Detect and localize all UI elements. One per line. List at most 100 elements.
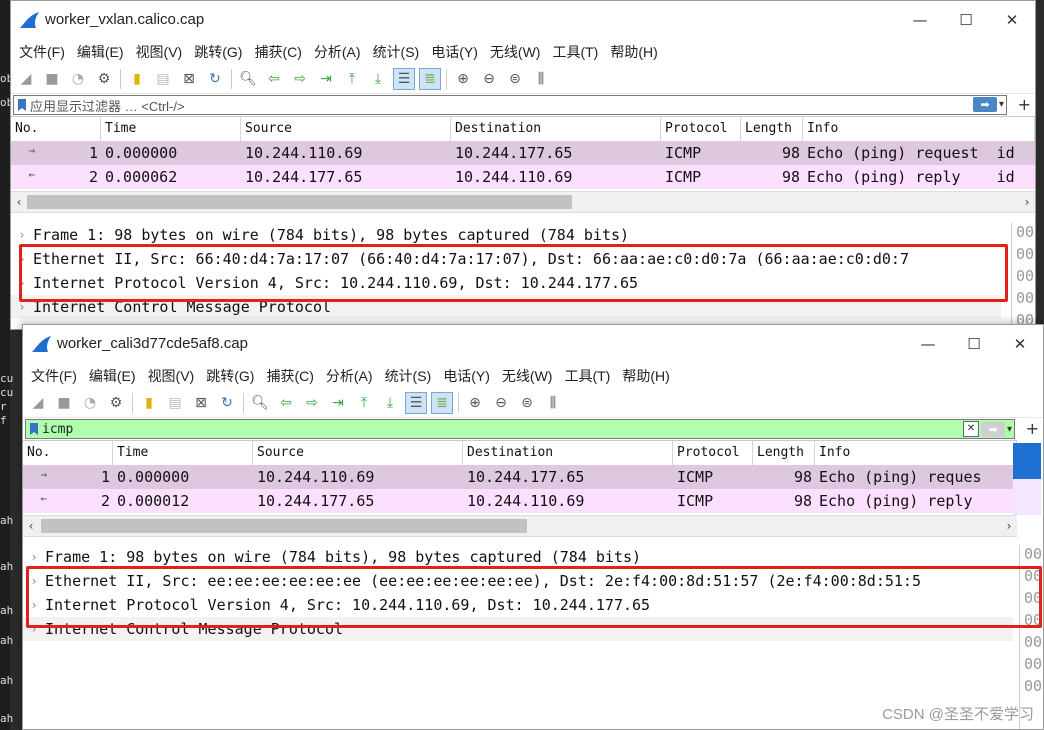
menu-telephony[interactable]: 电话(Y) <box>439 366 498 386</box>
find-packet-icon[interactable]: 🔍︎ <box>249 392 271 414</box>
go-to-packet-icon[interactable]: ⇥ <box>315 68 337 90</box>
vscroll-thumb[interactable] <box>1013 443 1041 479</box>
menu-statistics[interactable]: 统计(S) <box>369 42 428 62</box>
start-capture-icon[interactable]: ◢ <box>15 68 37 90</box>
filter-bookmark-icon[interactable] <box>30 423 38 435</box>
scrollbar-thumb[interactable] <box>41 519 527 533</box>
title-bar[interactable]: worker_vxlan.calico.cap — ☐ ✕ <box>11 1 1035 39</box>
scroll-right-icon[interactable]: › <box>1001 516 1017 536</box>
detail-ipv4[interactable]: › Internet Protocol Version 4, Src: 10.24… <box>23 593 1013 617</box>
menu-analyze[interactable]: 分析(A) <box>322 366 381 386</box>
restart-capture-icon[interactable]: ◔ <box>79 392 101 414</box>
menu-view[interactable]: 视图(V) <box>144 366 203 386</box>
first-packet-icon[interactable]: ⤒ <box>353 392 375 414</box>
menu-edit[interactable]: 编辑(E) <box>85 366 144 386</box>
capture-options-icon[interactable]: ⚙ <box>93 68 115 90</box>
menu-capture[interactable]: 捕获(C) <box>250 42 309 62</box>
zoom-out-icon[interactable]: ⊖ <box>490 392 512 414</box>
packet-row[interactable]: → 1 0.000000 10.244.110.69 10.244.177.65 … <box>11 141 1035 165</box>
go-forward-icon[interactable]: ⇨ <box>289 68 311 90</box>
save-file-icon[interactable]: ▤ <box>164 392 186 414</box>
packet-row[interactable]: ← 2 0.000012 10.244.177.65 10.244.110.69 … <box>23 489 1017 513</box>
menu-statistics[interactable]: 统计(S) <box>381 366 440 386</box>
autoscroll-icon[interactable]: ☰ <box>405 392 427 414</box>
menu-analyze[interactable]: 分析(A) <box>310 42 369 62</box>
autoscroll-icon[interactable]: ☰ <box>393 68 415 90</box>
apply-filter-icon[interactable]: ➡ <box>972 97 997 112</box>
reload-file-icon[interactable]: ↻ <box>216 392 238 414</box>
colorize-icon[interactable]: ≣ <box>419 68 441 90</box>
expand-chevron-icon[interactable]: › <box>11 228 33 242</box>
stop-capture-icon[interactable]: ■ <box>41 68 63 90</box>
zoom-in-icon[interactable]: ⊕ <box>452 68 474 90</box>
menu-tools[interactable]: 工具(T) <box>560 366 618 386</box>
close-file-icon[interactable]: ⊠ <box>178 68 200 90</box>
menu-go[interactable]: 跳转(G) <box>190 42 250 62</box>
column-header-protocol[interactable]: Protocol <box>661 117 741 141</box>
column-header-protocol[interactable]: Protocol <box>673 441 753 465</box>
last-packet-icon[interactable]: ⤓ <box>367 68 389 90</box>
column-header-info[interactable]: Info <box>815 441 1017 465</box>
open-file-icon[interactable]: ▮ <box>126 68 148 90</box>
expand-chevron-icon[interactable]: › <box>23 550 45 564</box>
menu-go[interactable]: 跳转(G) <box>202 366 262 386</box>
column-header-source[interactable]: Source <box>253 441 463 465</box>
menu-file[interactable]: 文件(F) <box>15 42 73 62</box>
expand-chevron-icon[interactable]: › <box>11 300 33 314</box>
column-header-info[interactable]: Info <box>803 117 1035 141</box>
go-back-icon[interactable]: ⇦ <box>263 68 285 90</box>
scroll-left-icon[interactable]: ‹ <box>23 516 39 536</box>
filter-dropdown-icon[interactable]: ▾ <box>1007 424 1012 435</box>
menu-view[interactable]: 视图(V) <box>132 42 191 62</box>
add-filter-button-icon[interactable]: + <box>1018 94 1031 116</box>
resize-columns-icon[interactable]: ⫼ <box>530 68 552 90</box>
resize-columns-icon[interactable]: ⫼ <box>542 392 564 414</box>
restart-capture-icon[interactable]: ◔ <box>67 68 89 90</box>
filter-bookmark-icon[interactable] <box>18 99 26 111</box>
menu-file[interactable]: 文件(F) <box>27 366 85 386</box>
go-forward-icon[interactable]: ⇨ <box>301 392 323 414</box>
menu-help[interactable]: 帮助(H) <box>618 366 677 386</box>
packet-list-hscrollbar[interactable]: ‹ › <box>11 191 1035 213</box>
detail-icmp[interactable]: › Internet Control Message Protocol <box>23 617 1013 641</box>
scroll-right-icon[interactable]: › <box>1019 192 1035 212</box>
minimize-button[interactable]: — <box>897 1 943 39</box>
column-header-source[interactable]: Source <box>241 117 451 141</box>
go-back-icon[interactable]: ⇦ <box>275 392 297 414</box>
menu-wireless[interactable]: 无线(W) <box>486 42 549 62</box>
packet-list-hscrollbar[interactable]: ‹ › <box>23 515 1017 537</box>
zoom-out-icon[interactable]: ⊖ <box>478 68 500 90</box>
display-filter-input[interactable]: 应用显示过滤器 … <Ctrl-/> ➡ ▾ <box>13 95 1007 115</box>
scrollbar-thumb[interactable] <box>27 195 572 209</box>
clear-filter-icon[interactable]: ✕ <box>962 421 979 437</box>
menu-help[interactable]: 帮助(H) <box>606 42 665 62</box>
detail-icmp[interactable]: › Internet Control Message Protocol <box>11 295 1001 319</box>
save-file-icon[interactable]: ▤ <box>152 68 174 90</box>
column-header-no[interactable]: No. <box>11 117 101 141</box>
filter-dropdown-icon[interactable]: ▾ <box>999 99 1004 110</box>
capture-options-icon[interactable]: ⚙ <box>105 392 127 414</box>
expand-chevron-icon[interactable]: › <box>23 598 45 612</box>
menu-edit[interactable]: 编辑(E) <box>73 42 132 62</box>
maximize-button[interactable]: ☐ <box>943 1 989 39</box>
expand-chevron-icon[interactable]: › <box>11 252 33 266</box>
reload-file-icon[interactable]: ↻ <box>204 68 226 90</box>
find-packet-icon[interactable]: 🔍︎ <box>237 68 259 90</box>
close-button[interactable]: ✕ <box>997 325 1043 363</box>
display-filter-input[interactable]: icmp ✕ ➡ ▾ <box>25 419 1015 439</box>
detail-frame[interactable]: › Frame 1: 98 bytes on wire (784 bits), 9… <box>23 545 1013 569</box>
go-to-packet-icon[interactable]: ⇥ <box>327 392 349 414</box>
detail-ipv4[interactable]: › Internet Protocol Version 4, Src: 10.24… <box>11 271 1001 295</box>
minimize-button[interactable]: — <box>905 325 951 363</box>
zoom-normal-icon[interactable]: ⊜ <box>504 68 526 90</box>
menu-tools[interactable]: 工具(T) <box>548 42 606 62</box>
packet-row[interactable]: ← 2 0.000062 10.244.177.65 10.244.110.69 … <box>11 165 1035 189</box>
last-packet-icon[interactable]: ⤓ <box>379 392 401 414</box>
zoom-in-icon[interactable]: ⊕ <box>464 392 486 414</box>
column-header-length[interactable]: Length <box>753 441 815 465</box>
column-header-time[interactable]: Time <box>113 441 253 465</box>
expand-chevron-icon[interactable]: › <box>23 574 45 588</box>
column-header-destination[interactable]: Destination <box>463 441 673 465</box>
detail-frame[interactable]: › Frame 1: 98 bytes on wire (784 bits), 9… <box>11 223 1001 247</box>
start-capture-icon[interactable]: ◢ <box>27 392 49 414</box>
